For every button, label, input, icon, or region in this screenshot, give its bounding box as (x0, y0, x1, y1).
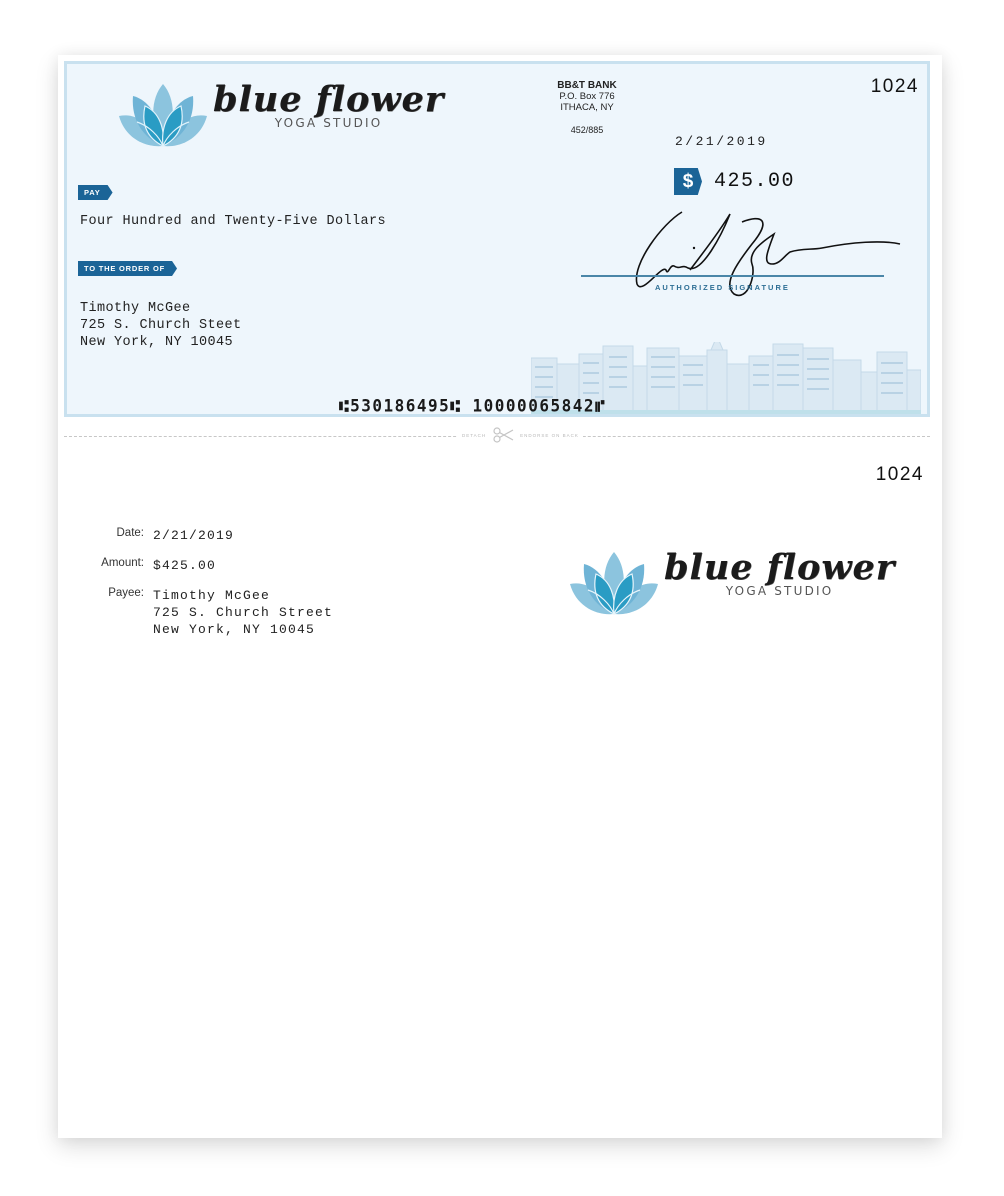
amount-box: $ 425.00 (674, 168, 795, 195)
stub-amount-label: Amount: (101, 557, 144, 569)
stub-amount-row: Amount: $425.00 (58, 557, 216, 574)
micr-line: ⑆530186495⑆ 10000065842⑈ (339, 395, 607, 416)
bank-address-line1: P.O. Box 776 (559, 91, 615, 102)
stub-date-value: 2/21/2019 (153, 528, 235, 543)
scissors-icon (493, 427, 514, 443)
stub-payee-row: Payee: Timothy McGee 725 S. Church Street… (58, 587, 333, 638)
signature-label: AUTHORIZED SIGNATURE (655, 283, 790, 292)
stub-date-label: Date: (116, 527, 145, 539)
stub-date-row: Date: 2/21/2019 (58, 527, 234, 544)
bank-info: BB&T BANK P.O. Box 776 ITHACA, NY 452/88… (537, 80, 637, 136)
company-logo: blue flower YOGA STUDIO (117, 82, 444, 148)
detach-label: DETACH (462, 432, 487, 438)
stub-payee-label: Payee: (108, 587, 144, 599)
lotus-icon (119, 84, 207, 147)
company-name: blue flower (213, 79, 445, 120)
bank-address-line2: ITHACA, NY (560, 102, 614, 113)
order-label: TO THE ORDER OF (78, 261, 177, 276)
stub-check-number: 1024 (875, 464, 924, 485)
stub-payee-address-line2: New York, NY 10045 (153, 622, 316, 637)
check: blue flower YOGA STUDIO BB&T BANK P.O. B… (64, 61, 930, 417)
payee-address-line2: New York, NY 10045 (80, 335, 234, 350)
signature-line (581, 275, 884, 277)
bank-fraction-code: 452/885 (570, 125, 604, 135)
check-document: blue flower YOGA STUDIO BB&T BANK P.O. B… (58, 55, 942, 1138)
lotus-icon (570, 552, 658, 615)
stub-payee-value: Timothy McGee 725 S. Church Street New Yor… (153, 587, 333, 638)
endorse-label: ENDORSE ON BACK (520, 432, 579, 438)
amount-value: 425.00 (714, 170, 796, 193)
written-amount: Four Hundred and Twenty-Five Dollars (80, 214, 387, 229)
pay-label: PAY (78, 185, 113, 200)
bank-name: BB&T BANK (557, 80, 617, 91)
stub-payee-name: Timothy McGee (153, 588, 271, 603)
stub-payee-address-line1: 725 S. Church Street (153, 605, 334, 620)
stub-company-logo: blue flower YOGA STUDIO (568, 550, 895, 616)
check-date: 2/21/2019 (675, 134, 768, 149)
dollar-icon: $ (674, 168, 702, 195)
perforation-labels: DETACH ENDORSE ON BACK (458, 427, 583, 443)
payee-address-line1: 725 S. Church Steet (80, 318, 242, 333)
stub-amount-value: $425.00 (153, 558, 217, 573)
payee-block: Timothy McGee 725 S. Church Steet New York… (80, 300, 242, 351)
stub-company-name: blue flower (664, 547, 896, 588)
check-number: 1024 (870, 76, 919, 97)
payee-name: Timothy McGee (80, 301, 191, 316)
